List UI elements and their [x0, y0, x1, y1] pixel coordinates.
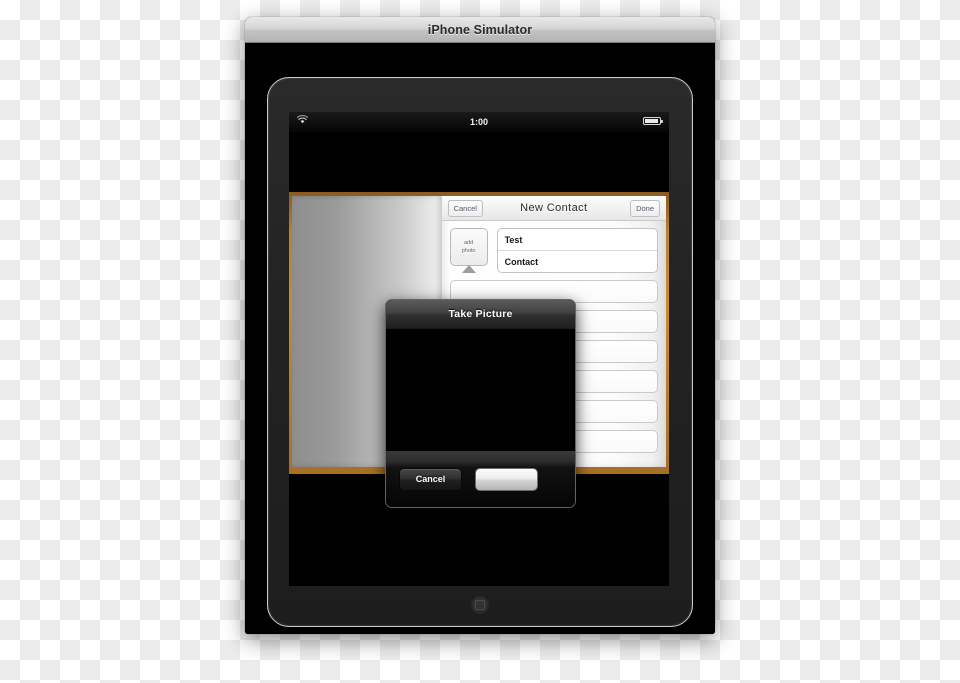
- popover-caret-icon: [461, 265, 476, 273]
- status-bar-right: [643, 117, 663, 125]
- name-field-group: Test Contact: [496, 228, 658, 273]
- battery-icon: [643, 117, 663, 125]
- status-bar-time: 1:00: [469, 117, 488, 127]
- home-button[interactable]: [470, 595, 490, 615]
- contact-nav-bar: Cancel New Contact Done: [441, 196, 666, 221]
- modal-title: Take Picture: [448, 308, 513, 320]
- done-button[interactable]: Done: [630, 200, 660, 217]
- page-title: New Contact: [520, 202, 588, 214]
- battery-fill: [645, 119, 658, 123]
- window-body: 1:00 Cancel New Contact Done add photo T…: [245, 43, 715, 634]
- ipad-device-frame: 1:00 Cancel New Contact Done add photo T…: [267, 77, 693, 627]
- add-photo-label-line1: add: [464, 239, 474, 246]
- modal-header: Take Picture: [386, 300, 575, 328]
- modal-cancel-button[interactable]: Cancel: [399, 467, 462, 491]
- ios-status-bar: 1:00: [289, 112, 669, 132]
- home-square-icon: [475, 600, 485, 610]
- contact-top-row: add photo Test Contact: [449, 228, 658, 273]
- last-name-field[interactable]: Contact: [498, 251, 657, 272]
- modal-toolbar: Cancel: [386, 451, 575, 507]
- cancel-button[interactable]: Cancel: [447, 200, 483, 217]
- modal-shutter-button[interactable]: [475, 467, 538, 491]
- add-photo-label-line2: photo: [461, 248, 476, 254]
- camera-preview-area: [386, 328, 575, 451]
- first-name-field[interactable]: Test: [497, 229, 657, 251]
- take-picture-modal: Take Picture Cancel: [385, 299, 576, 508]
- simulator-window: iPhone Simulator 1:00 Cancel New Contact…: [245, 17, 715, 634]
- add-photo-button[interactable]: add photo: [449, 228, 488, 273]
- ipad-screen: 1:00 Cancel New Contact Done add photo T…: [289, 112, 669, 586]
- window-titlebar[interactable]: iPhone Simulator: [245, 17, 715, 43]
- window-title: iPhone Simulator: [427, 22, 533, 37]
